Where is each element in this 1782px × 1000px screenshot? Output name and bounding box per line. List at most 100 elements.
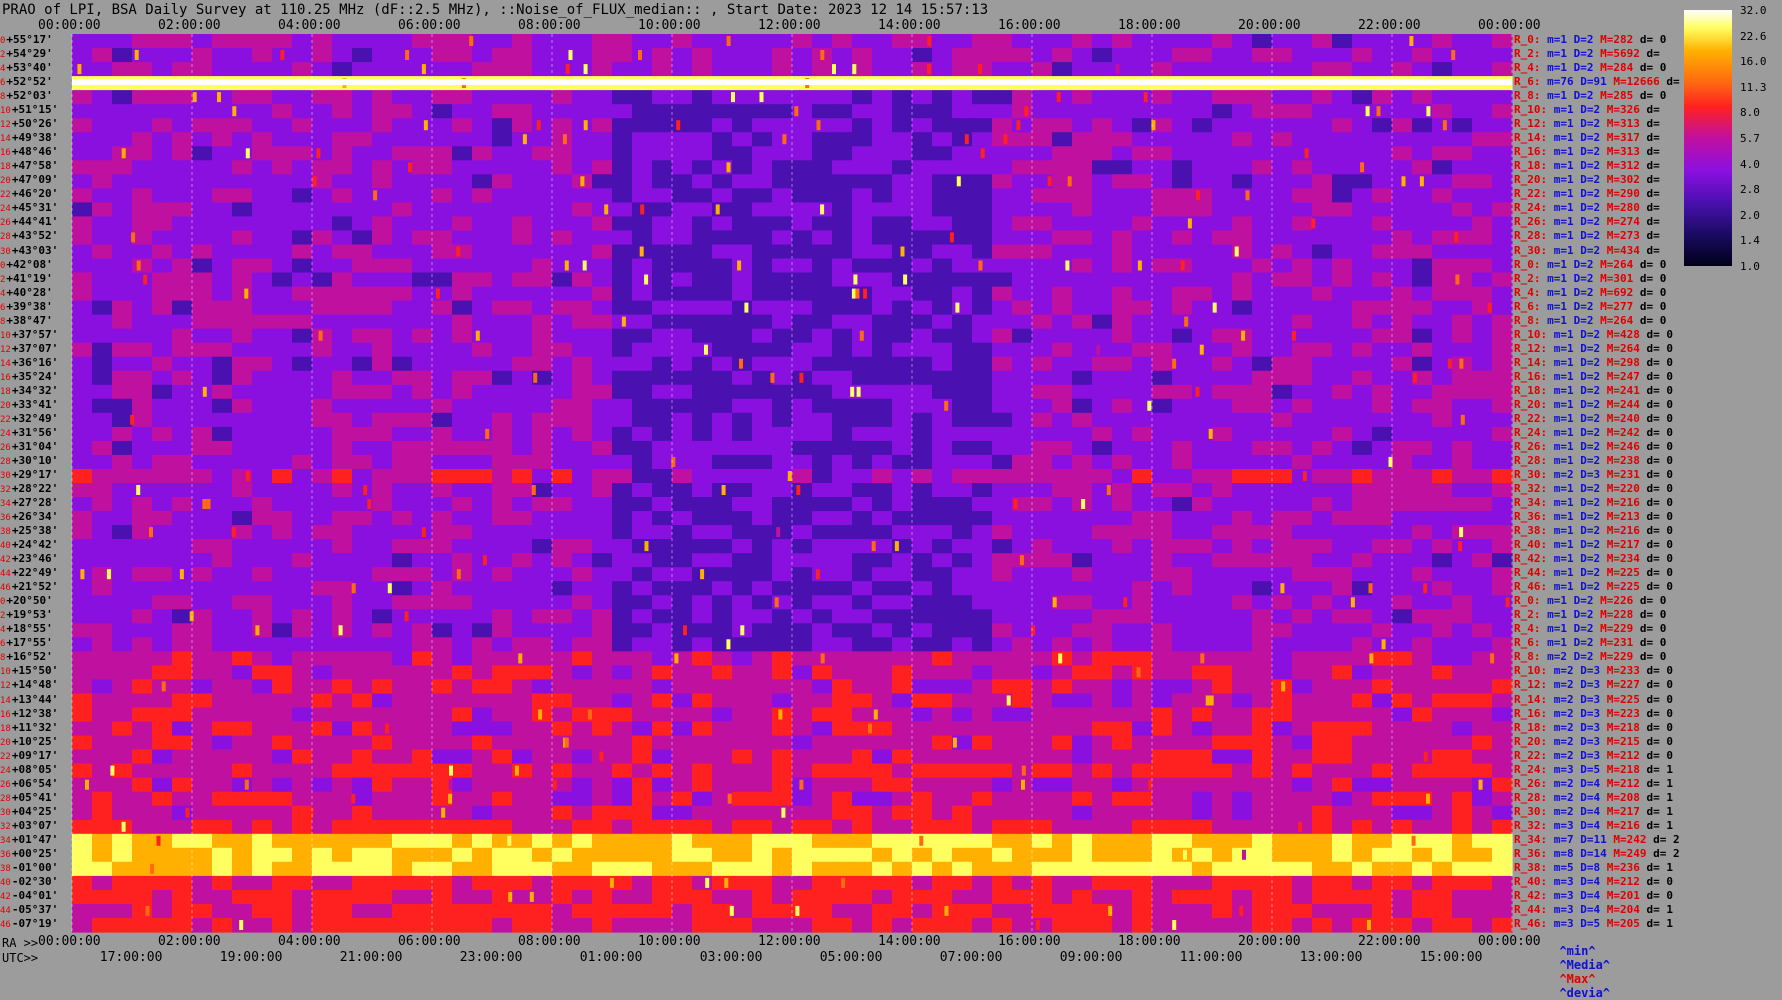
heatmap-cell [1172, 202, 1193, 217]
heatmap-cell [932, 301, 953, 316]
heatmap-cell [852, 343, 873, 358]
heatmap-cell [272, 848, 293, 863]
heatmap-cell [632, 329, 653, 344]
heatmap-spot [476, 331, 480, 341]
heatmap-cell [132, 202, 153, 217]
heatmap-cell [992, 385, 1013, 400]
heatmap-cell [472, 623, 493, 638]
heatmap-cell [572, 876, 593, 891]
heatmap-cell [152, 904, 173, 919]
heatmap-cell [1092, 876, 1113, 891]
heatmap-cell [892, 862, 913, 877]
heatmap-cell [232, 539, 253, 554]
heatmap-cell [812, 469, 833, 484]
heatmap-cell [1092, 469, 1113, 484]
heatmap-cell [292, 609, 313, 624]
heatmap-cell [492, 567, 513, 582]
heatmap-cell [1372, 665, 1393, 680]
heatmap-cell [412, 609, 433, 624]
heatmap-cell [1132, 357, 1153, 372]
heatmap-cell [372, 764, 393, 779]
heatmap-cell [652, 315, 673, 330]
heatmap-cell [812, 216, 833, 231]
heatmap-cell [192, 918, 213, 933]
heatmap-cell [772, 34, 793, 49]
heatmap-cell [432, 90, 453, 105]
heatmap-cell [1052, 230, 1073, 245]
heatmap-cell [1472, 357, 1493, 372]
heatmap-cell [952, 202, 973, 217]
heatmap-cell [832, 301, 853, 316]
heatmap-cell [1492, 104, 1513, 119]
heatmap-cell [172, 792, 193, 807]
heatmap-spot [1147, 401, 1151, 411]
heatmap-cell [392, 890, 413, 905]
heatmap-cell [1472, 539, 1493, 554]
heatmap-cell [432, 483, 453, 498]
heatmap-spot [957, 176, 961, 186]
heatmap-cell [152, 764, 173, 779]
heatmap-cell [1292, 441, 1313, 456]
heatmap-cell [732, 792, 753, 807]
heatmap-cell [1172, 343, 1193, 358]
heatmap-cell [372, 722, 393, 737]
heatmap-cell [1372, 539, 1393, 554]
heatmap-cell [532, 48, 553, 63]
heatmap-cell [652, 918, 673, 933]
heatmap-cell [72, 708, 93, 723]
heatmap-cell [912, 918, 933, 933]
heatmap-cell [812, 862, 833, 877]
heatmap-cell [752, 806, 773, 821]
heatmap-cell [692, 427, 713, 442]
heatmap-cell [872, 806, 893, 821]
heatmap-cell [1252, 301, 1273, 316]
heatmap-cell [192, 427, 213, 442]
heatmap-cell [1312, 301, 1333, 316]
heatmap-cell [312, 637, 333, 652]
heatmap-cell [952, 34, 973, 49]
heatmap-cell [1092, 329, 1113, 344]
heatmap-cell [72, 315, 93, 330]
heatmap-cell [332, 820, 353, 835]
heatmap-cell [1232, 553, 1253, 568]
heatmap-cell [532, 90, 553, 105]
heatmap-cell [192, 315, 213, 330]
heatmap-cell [892, 90, 913, 105]
heatmap-cell [552, 329, 573, 344]
heatmap-cell [132, 595, 153, 610]
heatmap-cell [452, 427, 473, 442]
heatmap-cell [312, 497, 333, 512]
heatmap-cell [332, 708, 353, 723]
heatmap-cell [552, 539, 573, 554]
heatmap-cell [772, 230, 793, 245]
heatmap-cell [1332, 301, 1353, 316]
heatmap-cell [192, 273, 213, 288]
heatmap-cell [452, 357, 473, 372]
heatmap-spot [1021, 780, 1025, 790]
heatmap-cell [1232, 230, 1253, 245]
heatmap-cell [1012, 820, 1033, 835]
heatmap-cell [792, 34, 813, 49]
heatmap-cell [152, 287, 173, 302]
heatmap-cell [1472, 792, 1493, 807]
heatmap-cell [1092, 637, 1113, 652]
heatmap-cell [1012, 216, 1033, 231]
heatmap-cell [712, 722, 733, 737]
heatmap-cell [792, 862, 813, 877]
heatmap-cell [1392, 301, 1413, 316]
heatmap-cell [1032, 539, 1053, 554]
heatmap-cell [852, 245, 873, 260]
heatmap-cell [912, 455, 933, 470]
heatmap-cell [412, 146, 433, 161]
heatmap-cell [392, 188, 413, 203]
heatmap-cell [72, 287, 93, 302]
heatmap-cell [272, 385, 293, 400]
heatmap-cell [352, 764, 373, 779]
heatmap-cell [692, 778, 713, 793]
heatmap-cell [1092, 820, 1113, 835]
heatmap-cell [512, 259, 533, 274]
heatmap-cell [132, 427, 153, 442]
heatmap-cell [432, 174, 453, 189]
heatmap-cell [732, 918, 753, 933]
heatmap-cell [1072, 441, 1093, 456]
